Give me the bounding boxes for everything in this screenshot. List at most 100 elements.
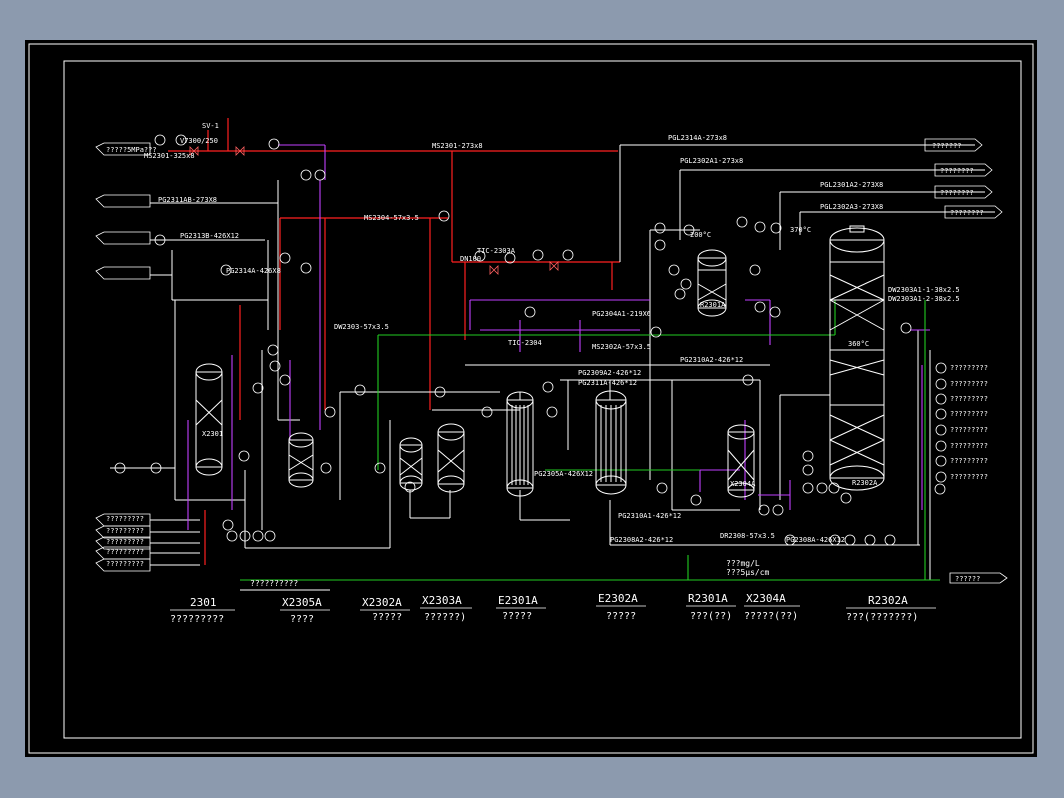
- inlet-tags: [95, 142, 151, 572]
- outlet-right-3: ?????????: [950, 410, 988, 418]
- label-pg2304a1: PG2304A1-219X6: [592, 310, 651, 318]
- outlet-tags: [924, 138, 1008, 584]
- outlet-right-5: ?????????: [950, 442, 988, 450]
- legend-tag: R2302A: [868, 594, 908, 607]
- vessel-tag-x2301: X2301: [202, 430, 223, 438]
- vessel-tag-r2301a: R2301A: [700, 301, 726, 309]
- vessel-x2305a: [288, 432, 314, 488]
- label-pg2311: PG2311AB-273X8: [158, 196, 217, 204]
- label-dn100: DN100: [460, 255, 481, 263]
- legend-name: ?????????: [170, 614, 224, 625]
- label-ms2301: MS2301-273x8: [432, 142, 483, 150]
- label-t360: 360°C: [848, 340, 869, 348]
- legend-name: ?????: [502, 611, 532, 622]
- vessels: [195, 225, 885, 498]
- label-ms2304: MS2304-57x3.5: [364, 214, 419, 222]
- legend-item-e2302a: E2302A ?????: [596, 592, 646, 622]
- legend-tag: 2301: [190, 596, 217, 609]
- label-pg2310a2: PG2310A2-426*12: [680, 356, 743, 364]
- legend-item-x2305a: X2305A ????: [280, 596, 330, 625]
- legend-name: ???(???????): [846, 612, 918, 623]
- bottom-note: ??????????: [250, 579, 298, 588]
- vessel-tag-r2302a: R2302A: [852, 479, 878, 487]
- legend-tag: X2304A: [746, 592, 786, 605]
- inlet-bottom-label-3: ?????????: [106, 548, 144, 556]
- legend-name: ?????: [372, 612, 402, 623]
- exchanger-e2302a: [595, 390, 627, 495]
- pid-diagram: ?????5MPa??? ????????? ????????? ???????…: [28, 43, 1034, 754]
- analysis-line-1: ???mg/L: [726, 559, 760, 568]
- label-ms2301b: MS2301-325x8: [144, 152, 195, 160]
- label-sv: SV-1: [202, 122, 219, 130]
- label-pg2311a: PG2311A-426*12: [578, 379, 637, 387]
- outlet-top-0: ???????: [932, 142, 962, 150]
- outlet-right-0: ?????????: [950, 364, 988, 372]
- analysis-line-2: ???5μs/cm: [726, 568, 770, 577]
- right-outlets: [935, 362, 947, 483]
- legend-tag: X2303A: [422, 594, 462, 607]
- outlet-top-3: ????????: [950, 209, 984, 217]
- label-pgl2301a2: PGL2301A2-273X8: [820, 181, 883, 189]
- legend-tag: R2301A: [688, 592, 728, 605]
- label-pg2309a2: PG2309A2-426*12: [578, 369, 641, 377]
- inlet-bottom-label-4: ?????????: [106, 560, 144, 568]
- label-tic2304: TIC-2304: [508, 339, 542, 347]
- outlet-right-6: ?????????: [950, 457, 988, 465]
- outlet-top-2: ????????: [940, 189, 974, 197]
- legend-name: ??????): [424, 612, 466, 623]
- legend-tag: X2302A: [362, 596, 402, 609]
- steam-lines: [168, 118, 620, 565]
- label-t200: 200°C: [690, 231, 711, 239]
- inlet-bottom-label-1: ?????????: [106, 527, 144, 535]
- legend-item-e2301a: E2301A ?????: [496, 594, 546, 622]
- outer-frame: [28, 43, 1034, 754]
- inlet-bottom-label-0: ?????????: [106, 515, 144, 523]
- label-t370: 370°C: [790, 226, 811, 234]
- vessel-x2301: [195, 363, 223, 476]
- legend-item-r2301a: R2301A ???(??): [686, 592, 736, 622]
- label-pgl2314a: PGL2314A-273x8: [668, 134, 727, 142]
- label-pg2308a2: PG2308A2-426*12: [610, 536, 673, 544]
- vessel-tag-x2304a: X2304A: [730, 480, 756, 488]
- line-labels: MS2301-325x8 MS2301-273x8 PG2311AB-273X8…: [144, 122, 960, 544]
- equipment-legend: 2301 ????????? X2305A ???? X2302A ????? …: [170, 592, 936, 625]
- legend-tag: X2305A: [282, 596, 322, 609]
- outlet-right-1: ?????????: [950, 380, 988, 388]
- legend-name: ?????: [606, 611, 636, 622]
- legend-item-2301: 2301 ?????????: [170, 596, 235, 625]
- label-pg2313b: PG2313B-426X12: [180, 232, 239, 240]
- exchanger-e2301a: [506, 391, 534, 497]
- vessel-x2303a: [437, 423, 465, 493]
- label-pgl2302a1: PGL2302A1-273x8: [680, 157, 743, 165]
- process-lines: [110, 144, 995, 591]
- inlet-bottom-label-2: ?????????: [106, 538, 144, 546]
- label-tic2303a: TIC-2303A: [477, 247, 516, 255]
- legend-item-x2302a: X2302A ?????: [360, 596, 410, 623]
- legend-item-x2303a: X2303A ??????): [420, 594, 472, 623]
- legend-item-x2304a: X2304A ?????(??): [744, 592, 800, 622]
- label-pg2308a: PG2308A-426X12: [786, 536, 845, 544]
- label-dw2303a2: DW2303A1-2-38x2.5: [888, 295, 960, 303]
- reactor-r2302a: [829, 225, 885, 491]
- legend-tag: E2301A: [498, 594, 538, 607]
- legend-name: ????: [290, 614, 314, 625]
- outlet-right-7: ?????????: [950, 473, 988, 481]
- label-pg2310a1: PG2310A1-426*12: [618, 512, 681, 520]
- label-pg2314a: PG2314A-426X8: [226, 267, 281, 275]
- label-pg2305a: PG2305A-426X12: [534, 470, 593, 478]
- label-dw2303: DW2303-57x3.5: [334, 323, 389, 331]
- legend-name: ?????(??): [744, 611, 798, 622]
- legend-name: ???(??): [690, 611, 732, 622]
- inner-frame: [63, 60, 1022, 739]
- legend-tag: E2302A: [598, 592, 638, 605]
- legend-item-r2302a: R2302A ???(???????): [846, 594, 936, 623]
- label-dw2303a1: DW2303A1-1-38x2.5: [888, 286, 960, 294]
- outlet-bottom-right: ??????: [955, 575, 980, 583]
- outlet-right-2: ?????????: [950, 395, 988, 403]
- label-pgl2302a3: PGL2302A3-273X8: [820, 203, 883, 211]
- label-v7: V7300/250: [180, 137, 218, 145]
- label-dr2308: DR2308-57x3.5: [720, 532, 775, 540]
- label-ms2302a: MS2302A-57x3.5: [592, 343, 651, 351]
- outlet-top-1: ????????: [940, 167, 974, 175]
- outlet-right-4: ?????????: [950, 426, 988, 434]
